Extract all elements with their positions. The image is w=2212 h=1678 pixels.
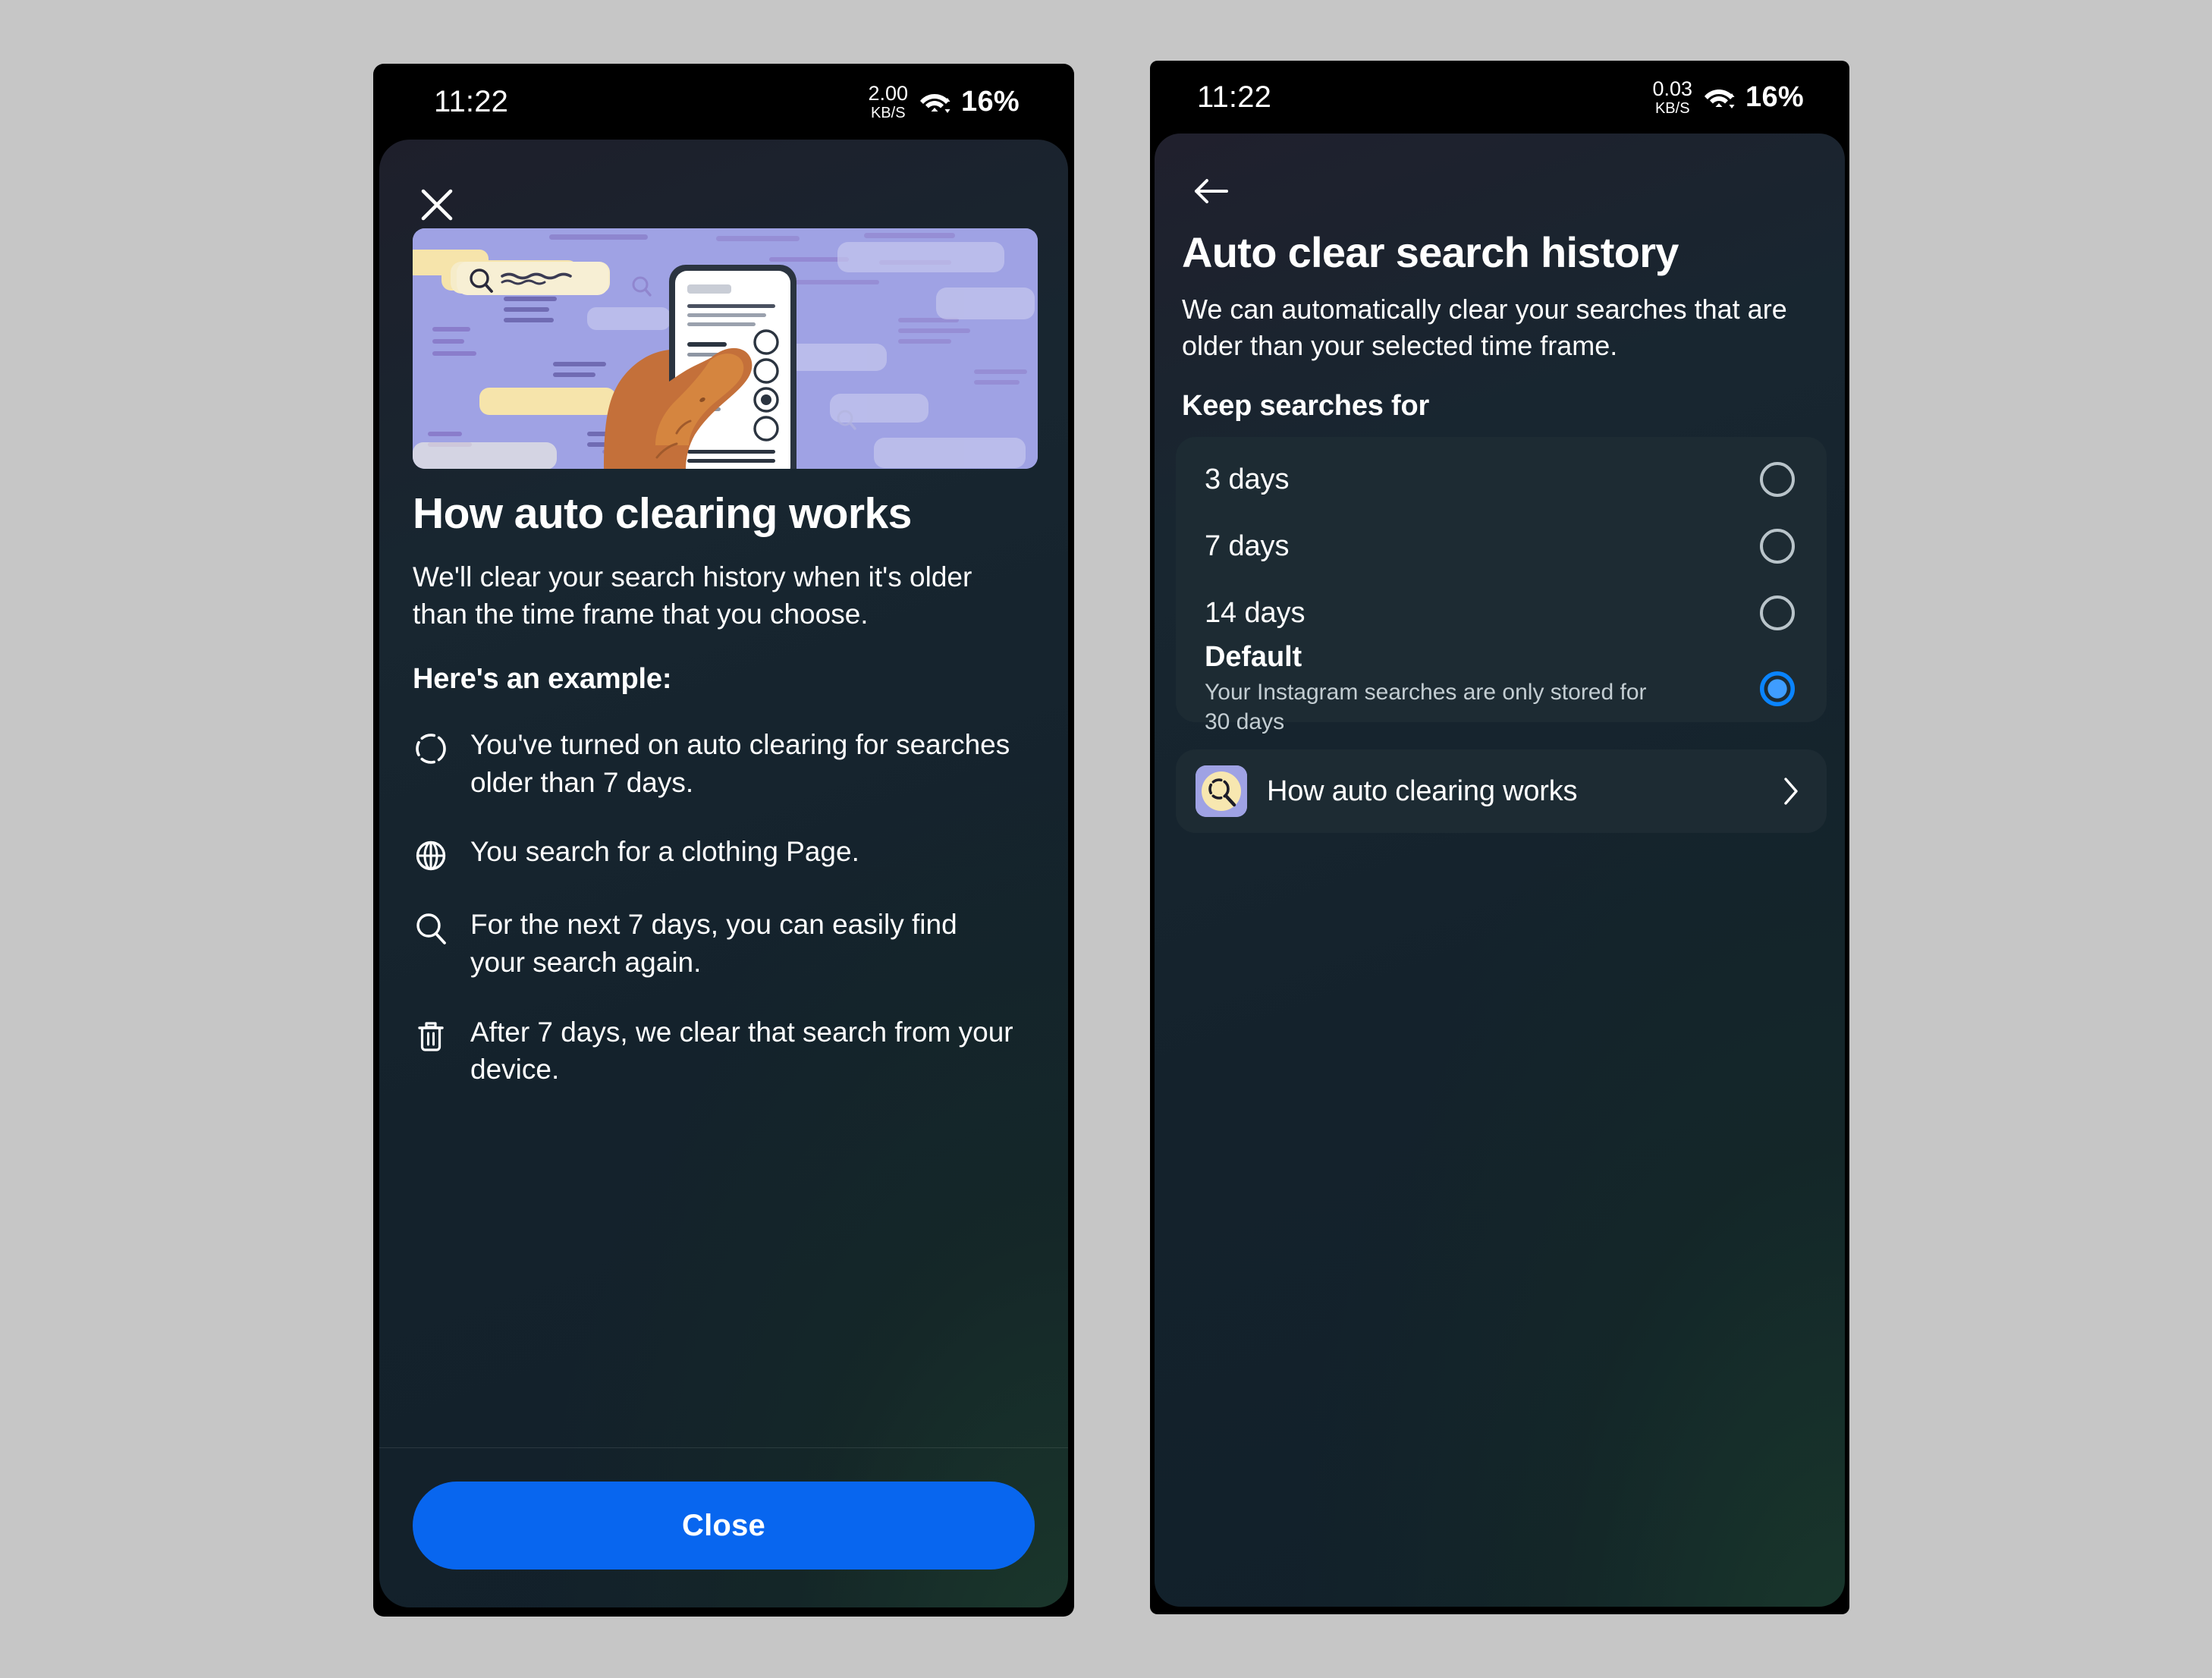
status-indicators: 2.00 KB/S 16% (868, 83, 1020, 121)
option-label: 14 days (1205, 596, 1306, 629)
list-item-label: For the next 7 days, you can easily find… (470, 909, 957, 978)
option-label: 7 days (1205, 529, 1290, 562)
network-speed-value: 2.00 (868, 81, 909, 105)
option-description: Your Instagram searches are only stored … (1205, 680, 1647, 734)
battery-percent: 16% (1745, 80, 1804, 113)
option-row-3-days[interactable]: 3 days (1176, 446, 1827, 513)
option-label: Default (1205, 641, 1302, 674)
dashed-circle-icon (413, 731, 449, 767)
status-indicators: 0.03 KB/S 16% (1652, 77, 1804, 117)
page-title: Auto clear search history (1182, 228, 1679, 276)
list-item-label: You've turned on auto clearing for searc… (470, 729, 1010, 798)
radio-3-days[interactable] (1760, 462, 1795, 497)
option-row-7-days[interactable]: 7 days (1176, 513, 1827, 580)
status-time: 11:22 (434, 84, 509, 118)
trash-icon (413, 1018, 449, 1054)
list-item: After 7 days, we clear that search from … (413, 1013, 1039, 1089)
chevron-right-icon[interactable] (1781, 776, 1801, 806)
radio-14-days[interactable] (1760, 595, 1795, 630)
network-speed: 2.00 KB/S (868, 83, 908, 121)
how-auto-clearing-works-label: How auto clearing works (1267, 775, 1578, 807)
option-text-group: Default Your Instagram searches are only… (1205, 641, 1675, 737)
page-title: How auto clearing works (413, 489, 912, 538)
search-clock-thumbnail-icon (1196, 765, 1247, 817)
options-card: 3 days 7 days 14 days Default Your Insta… (1176, 437, 1827, 734)
screenshot-stage: 11:22 2.00 KB/S 16% How auto clearing wo… (0, 0, 2212, 1678)
battery-percent: 16% (961, 85, 1020, 118)
option-row-14-days[interactable]: 14 days (1176, 580, 1827, 646)
radio-7-days[interactable] (1760, 529, 1795, 564)
how-auto-clearing-works-row[interactable]: How auto clearing works (1176, 749, 1827, 833)
network-speed-unit: KB/S (1654, 99, 1690, 117)
right-screen: Auto clear search history We can automat… (1155, 134, 1845, 1607)
list-item: You search for a clothing Page. (413, 833, 1039, 874)
radio-default[interactable] (1760, 671, 1795, 706)
wifi-icon (919, 89, 950, 115)
right-status-bar: 11:22 0.03 KB/S 16% (1150, 61, 1849, 134)
list-item-label: After 7 days, we clear that search from … (470, 1016, 1013, 1086)
section-label: Keep searches for (1182, 390, 1430, 422)
list-item: You've turned on auto clearing for searc… (413, 726, 1039, 801)
example-heading: Here's an example: (413, 663, 672, 696)
network-speed-value: 0.03 (1652, 77, 1693, 100)
close-button[interactable]: Close (413, 1482, 1035, 1570)
status-time: 11:22 (1197, 80, 1272, 114)
page-subtitle: We can automatically clear your searches… (1182, 294, 1787, 361)
page-subtitle: We'll clear your search history when it'… (413, 561, 972, 630)
back-arrow-icon[interactable] (1182, 162, 1240, 220)
network-speed: 0.03 KB/S (1652, 77, 1693, 117)
globe-icon (413, 837, 449, 874)
option-row-default[interactable]: Default Your Instagram searches are only… (1176, 641, 1827, 734)
left-phone-frame: 11:22 2.00 KB/S 16% How auto clearing wo… (373, 64, 1074, 1617)
hand-holding-phone-search-settings-illustration (413, 228, 1038, 469)
list-item: For the next 7 days, you can easily find… (413, 906, 1039, 981)
left-footer: Close (379, 1447, 1068, 1607)
left-status-bar: 11:22 2.00 KB/S 16% (373, 64, 1074, 140)
network-speed-unit: KB/S (870, 104, 906, 121)
option-label: 3 days (1205, 463, 1290, 495)
list-item-label: You search for a clothing Page. (470, 836, 859, 868)
wifi-icon (1703, 84, 1735, 110)
example-steps-list: You've turned on auto clearing for searc… (413, 726, 1039, 1088)
right-phone-frame: 11:22 0.03 KB/S 16% Auto clear search hi… (1150, 61, 1849, 1614)
left-screen: How auto clearing works We'll clear your… (379, 140, 1068, 1607)
close-icon[interactable] (408, 176, 466, 234)
how-auto-clearing-works-card[interactable]: How auto clearing works (1176, 749, 1827, 833)
left-content: How auto clearing works We'll clear your… (413, 489, 1039, 1120)
search-icon (413, 910, 449, 947)
